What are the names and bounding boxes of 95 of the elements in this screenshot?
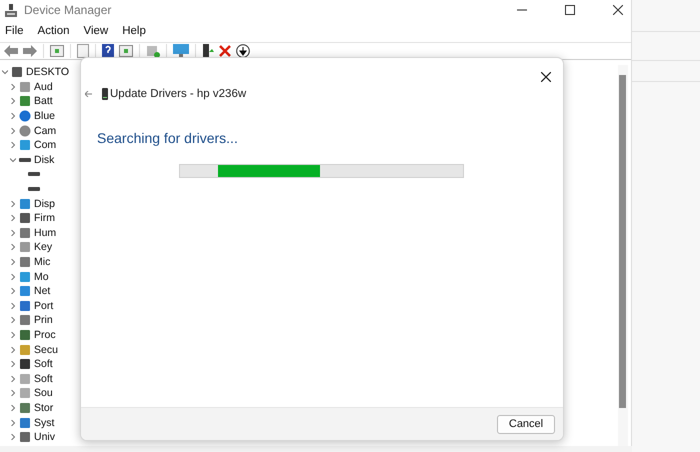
- back-arrow-icon[interactable]: [4, 45, 18, 57]
- collapse-chevron-icon[interactable]: [2, 69, 8, 76]
- window-icon[interactable]: [119, 45, 133, 57]
- expand-chevron-icon[interactable]: [10, 200, 16, 207]
- expand-chevron-icon[interactable]: [10, 390, 16, 396]
- expand-chevron-icon[interactable]: [10, 346, 16, 353]
- app-icon: [5, 4, 17, 16]
- device-icon: [19, 372, 31, 385]
- device-icon: [19, 226, 31, 239]
- scrollbar-thumb[interactable]: [619, 75, 626, 408]
- delete-icon[interactable]: [219, 45, 231, 57]
- device-icon: [19, 300, 31, 312]
- expand-chevron-icon[interactable]: [10, 244, 16, 250]
- device-icon: [19, 80, 31, 93]
- close-icon[interactable]: [541, 72, 551, 82]
- expand-chevron-icon[interactable]: [10, 128, 16, 134]
- tree-item[interactable]: DESKTO: [26, 66, 69, 78]
- menu-item[interactable]: Help: [122, 25, 146, 37]
- tree-item[interactable]: Proc: [34, 328, 56, 341]
- device-icon: [19, 314, 31, 326]
- menu-item[interactable]: Action: [38, 25, 70, 37]
- expand-chevron-icon[interactable]: [10, 376, 16, 382]
- tree-item[interactable]: Mo: [34, 270, 49, 283]
- help-icon[interactable]: [102, 44, 114, 58]
- expand-chevron-icon[interactable]: [10, 302, 16, 309]
- tree-item[interactable]: Port: [34, 300, 54, 312]
- device-icon: [19, 212, 31, 224]
- device-icon: [19, 110, 31, 122]
- expand-chevron-icon[interactable]: [10, 361, 16, 368]
- monitor-icon[interactable]: [173, 44, 189, 58]
- device-icon: [102, 88, 108, 100]
- tree-item[interactable]: Univ: [34, 431, 56, 444]
- tree-item[interactable]: Disp: [34, 198, 56, 210]
- cancel-button[interactable]: Cancel: [497, 414, 555, 434]
- back-arrow-icon[interactable]: [85, 91, 92, 97]
- device-icon: [11, 66, 23, 78]
- tree-item[interactable]: Disk: [34, 154, 54, 166]
- expand-chevron-icon[interactable]: [10, 404, 16, 411]
- expand-chevron-icon[interactable]: [10, 332, 16, 338]
- forward-arrow-icon[interactable]: [23, 45, 37, 57]
- device-icon: [19, 270, 31, 283]
- expand-chevron-icon[interactable]: [10, 259, 16, 266]
- tree-item[interactable]: Cam: [34, 124, 56, 137]
- tree-item[interactable]: Soft: [34, 358, 53, 370]
- expand-chevron-icon[interactable]: [10, 98, 16, 104]
- close-icon[interactable]: [613, 5, 623, 15]
- device-icon: [19, 198, 31, 210]
- tree-item[interactable]: Secu: [34, 344, 58, 356]
- device-icon: [19, 358, 31, 370]
- expand-chevron-icon[interactable]: [10, 230, 16, 236]
- device-icon: [19, 328, 31, 341]
- menu-item[interactable]: File: [5, 25, 24, 37]
- expand-chevron-icon[interactable]: [10, 317, 16, 324]
- expand-chevron-icon[interactable]: [10, 113, 16, 120]
- tree-item[interactable]: Stor: [34, 402, 54, 414]
- window-title: Device Manager: [24, 3, 112, 17]
- device-icon: [19, 241, 31, 254]
- download-icon[interactable]: [236, 44, 250, 58]
- expand-chevron-icon[interactable]: [10, 420, 16, 426]
- tree-item[interactable]: Com: [34, 139, 56, 152]
- device-icon: [19, 124, 31, 137]
- tree-item[interactable]: Key: [34, 241, 52, 254]
- device-icon: [19, 431, 31, 444]
- tree-item[interactable]: Prin: [34, 314, 53, 326]
- device-icon: [19, 95, 31, 108]
- tree-item[interactable]: Syst: [34, 416, 54, 429]
- expand-chevron-icon[interactable]: [10, 84, 16, 90]
- collapse-chevron-icon[interactable]: [10, 156, 16, 163]
- tree-item[interactable]: Aud: [34, 80, 53, 93]
- device-icon: [19, 256, 31, 268]
- status-heading: Searching for drivers...: [97, 130, 239, 146]
- expand-chevron-icon[interactable]: [10, 434, 16, 440]
- device-icon: [19, 416, 31, 429]
- device-icon: [19, 139, 31, 152]
- device-icon: [19, 402, 31, 414]
- tree-item[interactable]: Firm: [34, 212, 55, 224]
- tree-item[interactable]: Blue: [34, 110, 56, 122]
- device-icon: [19, 387, 31, 400]
- tree-item[interactable]: Net: [34, 285, 50, 298]
- device-icon: [19, 285, 31, 298]
- tree-item[interactable]: Sou: [34, 387, 53, 400]
- menu-item[interactable]: View: [84, 25, 108, 37]
- maximize-icon[interactable]: [565, 5, 575, 15]
- expand-chevron-icon[interactable]: [10, 142, 16, 148]
- device-icon: [19, 344, 31, 356]
- tree-item[interactable]: Hum: [34, 226, 56, 239]
- tree-item[interactable]: Mic: [34, 256, 50, 268]
- document-icon[interactable]: [77, 44, 89, 58]
- dialog-title: Update Drivers - hp v236w: [110, 88, 246, 100]
- expand-chevron-icon[interactable]: [10, 288, 16, 294]
- window-icon[interactable]: [50, 45, 64, 57]
- tree-item[interactable]: Soft: [34, 372, 53, 385]
- tree-item[interactable]: Batt: [34, 95, 53, 108]
- expand-chevron-icon[interactable]: [10, 215, 16, 222]
- expand-chevron-icon[interactable]: [10, 274, 16, 280]
